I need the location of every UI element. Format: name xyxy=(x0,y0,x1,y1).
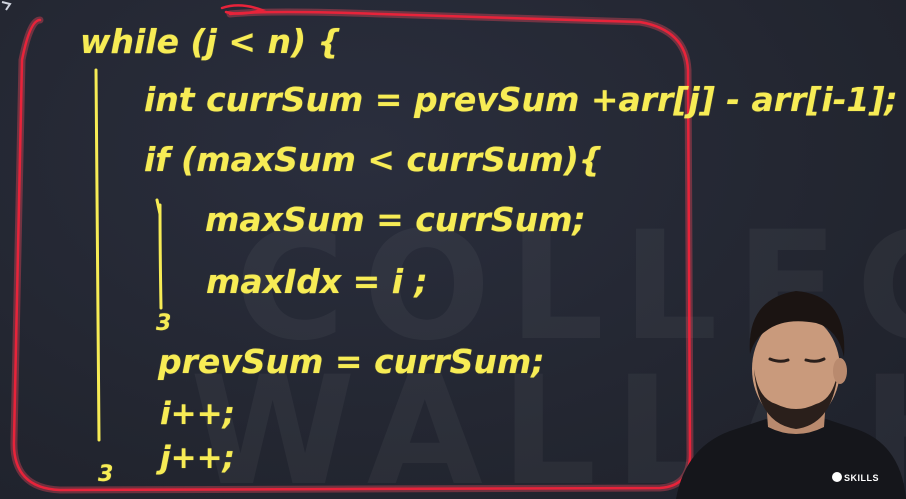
code-line-while-close: 3 xyxy=(98,462,114,487)
code-line-maxidx: maxIdx = i ; xyxy=(206,262,428,301)
video-frame: COLLEGE WALLAH while (j < n) { int currS… xyxy=(0,0,906,499)
presenter-ear xyxy=(833,358,847,384)
code-line-prevsum: prevSum = currSum; xyxy=(158,342,545,381)
code-line-maxsum: maxSum = currSum; xyxy=(205,200,586,239)
code-line-i-increment: i++; xyxy=(160,396,235,432)
code-line-if-close: 3 xyxy=(156,311,172,336)
presenter-figure xyxy=(676,291,906,499)
if-block-bar xyxy=(158,203,163,310)
code-line-while: while (j < n) { xyxy=(80,22,342,61)
while-block-bar xyxy=(94,68,101,442)
code-line-currsum: int currSum = prevSum +arr[j] - arr[i-1]… xyxy=(144,80,898,119)
skills-logo-icon xyxy=(832,472,842,482)
code-line-j-increment: j++; xyxy=(160,440,235,476)
if-block-bar-dot xyxy=(155,198,162,216)
presenter-video: SKILLS xyxy=(666,259,906,499)
code-line-if: if (maxSum < currSum){ xyxy=(144,140,603,179)
pen-corner-mark xyxy=(1,1,12,11)
skills-badge: SKILLS xyxy=(844,473,880,483)
